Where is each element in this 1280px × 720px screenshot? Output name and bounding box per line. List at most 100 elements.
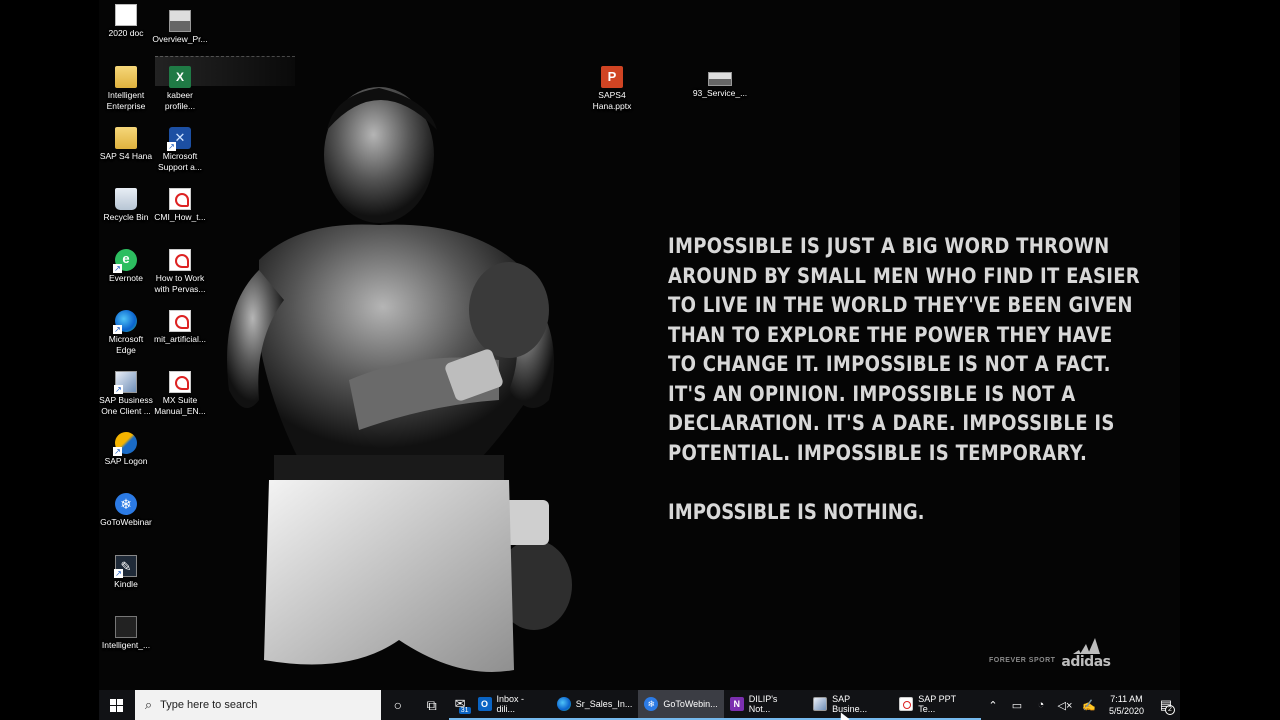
desktop-icon-label: kabeer profile...	[164, 90, 196, 111]
volume-button[interactable]: ◁×	[1053, 690, 1077, 720]
desktop-icon-overview[interactable]: Overview_Pr...	[151, 10, 209, 45]
image-file-icon	[115, 616, 137, 638]
search-icon: ⌕	[144, 697, 153, 712]
desktop-icon-how-to-work[interactable]: How to Work with Pervas...	[151, 249, 209, 295]
brand-name: adidas	[1061, 654, 1111, 670]
taskbar-app-mail[interactable]: ✉ 31	[448, 690, 472, 720]
desktop-icon-label: Kindle	[114, 579, 138, 589]
pen-workspace-button[interactable]: ✍	[1077, 690, 1101, 720]
cortana-circle-icon: ○	[393, 697, 403, 713]
wallpaper-quote: IMPOSSIBLE IS JUST A BIG WORD THROWN ARO…	[668, 234, 1140, 465]
task-view-button[interactable]: ⧉	[415, 690, 449, 720]
edge-icon	[113, 310, 137, 334]
desktop-icon-cmi-how-to[interactable]: CMI_How_t...	[151, 188, 209, 223]
desktop-icon-intelligent[interactable]: Intelligent_...	[99, 616, 155, 651]
clock-time: 7:11 AM	[1110, 694, 1143, 704]
onenote-icon	[729, 697, 744, 711]
desktop-icon-mit-artificial[interactable]: mit_artificial...	[151, 310, 209, 345]
pdf-file-icon	[169, 249, 191, 271]
desktop-icon-kindle[interactable]: Kindle	[99, 555, 155, 590]
support-tool-icon	[167, 127, 191, 151]
desktop-icon-label: SAP Logon	[104, 456, 148, 466]
start-button[interactable]	[99, 690, 135, 720]
image-file-icon	[169, 10, 191, 32]
gotowebinar-icon	[115, 493, 137, 515]
folder-icon	[115, 127, 137, 149]
taskbar-app-gotowebinar[interactable]: GoToWebin...	[638, 690, 724, 720]
gotowebinar-icon	[644, 697, 659, 711]
desktop-icon-sap-business-one[interactable]: SAP Business One Client ...	[99, 371, 155, 417]
pen-icon: ✍	[1082, 699, 1096, 712]
wallpaper-tagline: IMPOSSIBLE IS NOTHING.	[668, 500, 925, 524]
taskbar-app-edge[interactable]: Sr_Sales_In...	[550, 690, 639, 720]
system-tray: ⌃ ▭ ◔ ◁× ✍ 7:11 AM 5/5/2020 ▤ 2	[981, 690, 1180, 720]
folder-icon	[115, 66, 137, 88]
powerpoint-file-icon	[601, 66, 623, 88]
desktop-icon-evernote[interactable]: Evernote	[99, 249, 155, 284]
desktop-icon-label: GoToWebinar	[100, 517, 152, 527]
desktop-icon-label: 93_Service_...	[692, 88, 748, 98]
taskbar-app-onenote[interactable]: DILIP's Not...	[723, 690, 808, 720]
pdf-file-icon	[169, 310, 191, 332]
taskbar-search-box[interactable]: ⌕ Type here to search	[134, 690, 381, 720]
search-placeholder: Type here to search	[160, 699, 258, 711]
desktop-icon-sap-logon[interactable]: SAP Logon	[99, 432, 155, 467]
taskbar-app-outlook[interactable]: Inbox - dili...	[471, 690, 551, 720]
desktop-icon-microsoft-support[interactable]: Microsoft Support a...	[151, 127, 209, 173]
desktop-icon-label: CMI_How_t...	[154, 212, 206, 222]
sap-logon-icon	[113, 432, 137, 456]
desktop-icon-intelligent-enterprise[interactable]: Intelligent Enterprise	[99, 66, 155, 112]
desktop-screen: IMPOSSIBLE IS JUST A BIG WORD THROWN ARO…	[99, 0, 1180, 720]
recycle-bin-icon	[115, 188, 137, 210]
desktop-icon-gotowebinar[interactable]: GoToWebinar	[99, 493, 155, 528]
taskbar-app-label: SAP Busine...	[832, 694, 868, 714]
desktop-icon-microsoft-edge[interactable]: Microsoft Edge	[99, 310, 155, 356]
taskbar-app-sap-business[interactable]: SAP Busine...	[807, 690, 894, 720]
mail-badge: 31	[458, 707, 471, 714]
cortana-button[interactable]: ○	[381, 690, 415, 720]
word-document-icon	[115, 4, 137, 26]
brand-mark: FOREVER SPORT adidas	[989, 636, 1111, 670]
battery-button[interactable]: ▭	[1005, 690, 1029, 720]
brand-slogan: FOREVER SPORT	[989, 657, 1056, 664]
desktop-icon-label: How to Work with Pervas...	[154, 273, 206, 294]
pdf-file-icon	[169, 371, 191, 393]
boxer-photo	[227, 87, 572, 672]
image-file-icon	[708, 72, 732, 86]
adidas-stripes-icon	[1072, 638, 1100, 654]
desktop-icon-label: Intelligent_...	[101, 640, 151, 650]
desktop-icon-2020-doc[interactable]: 2020 doc	[99, 4, 155, 39]
outlook-icon	[477, 697, 492, 711]
taskbar-app-sap-ppt[interactable]: SAP PPT Te...	[893, 690, 981, 720]
action-center-button[interactable]: ▤ 2	[1152, 690, 1180, 720]
taskbar-app-label: Inbox - dili...	[496, 694, 525, 714]
volume-muted-icon: ◁×	[1057, 699, 1073, 712]
windows-logo-icon	[110, 698, 124, 712]
battery-icon: ▭	[1011, 699, 1023, 712]
sap-business-one-icon	[114, 371, 137, 394]
desktop-icon-sap-s4-hana[interactable]: SAP S4 Hana	[99, 127, 155, 162]
evernote-icon	[113, 249, 137, 273]
show-hidden-icons-button[interactable]: ⌃	[981, 690, 1005, 720]
desktop-icon-kabeer-profile[interactable]: kabeer profile...	[151, 66, 209, 112]
desktop-icon-mx-suite[interactable]: MX Suite Manual_EN...	[151, 371, 209, 417]
task-view-icon: ⧉	[426, 696, 437, 713]
excel-file-icon	[169, 66, 191, 88]
notification-count: 2	[1165, 705, 1175, 715]
taskbar-app-label: DILIP's Not...	[748, 694, 778, 714]
pdf-file-icon	[169, 188, 191, 210]
taskbar-app-label: Sr_Sales_In...	[575, 699, 633, 709]
desktop-icon-label: SAPS4 Hana.pptx	[592, 90, 632, 111]
desktop-icon-label: mit_artificial...	[154, 334, 206, 344]
desktop-icon-saps4-hana[interactable]: SAPS4 Hana.pptx	[583, 66, 641, 112]
network-button[interactable]: ◔	[1029, 690, 1053, 720]
wifi-icon: ◔	[1037, 699, 1045, 711]
desktop-icon-93-service[interactable]: 93_Service_...	[691, 72, 749, 99]
chevron-up-icon: ⌃	[988, 699, 998, 712]
pdf-file-icon	[899, 697, 914, 711]
taskbar-clock[interactable]: 7:11 AM 5/5/2020	[1101, 693, 1152, 717]
edge-icon	[556, 697, 571, 711]
kindle-icon	[114, 555, 137, 578]
sap-business-one-icon	[813, 697, 828, 711]
desktop-icon-recycle-bin[interactable]: Recycle Bin	[99, 188, 155, 223]
